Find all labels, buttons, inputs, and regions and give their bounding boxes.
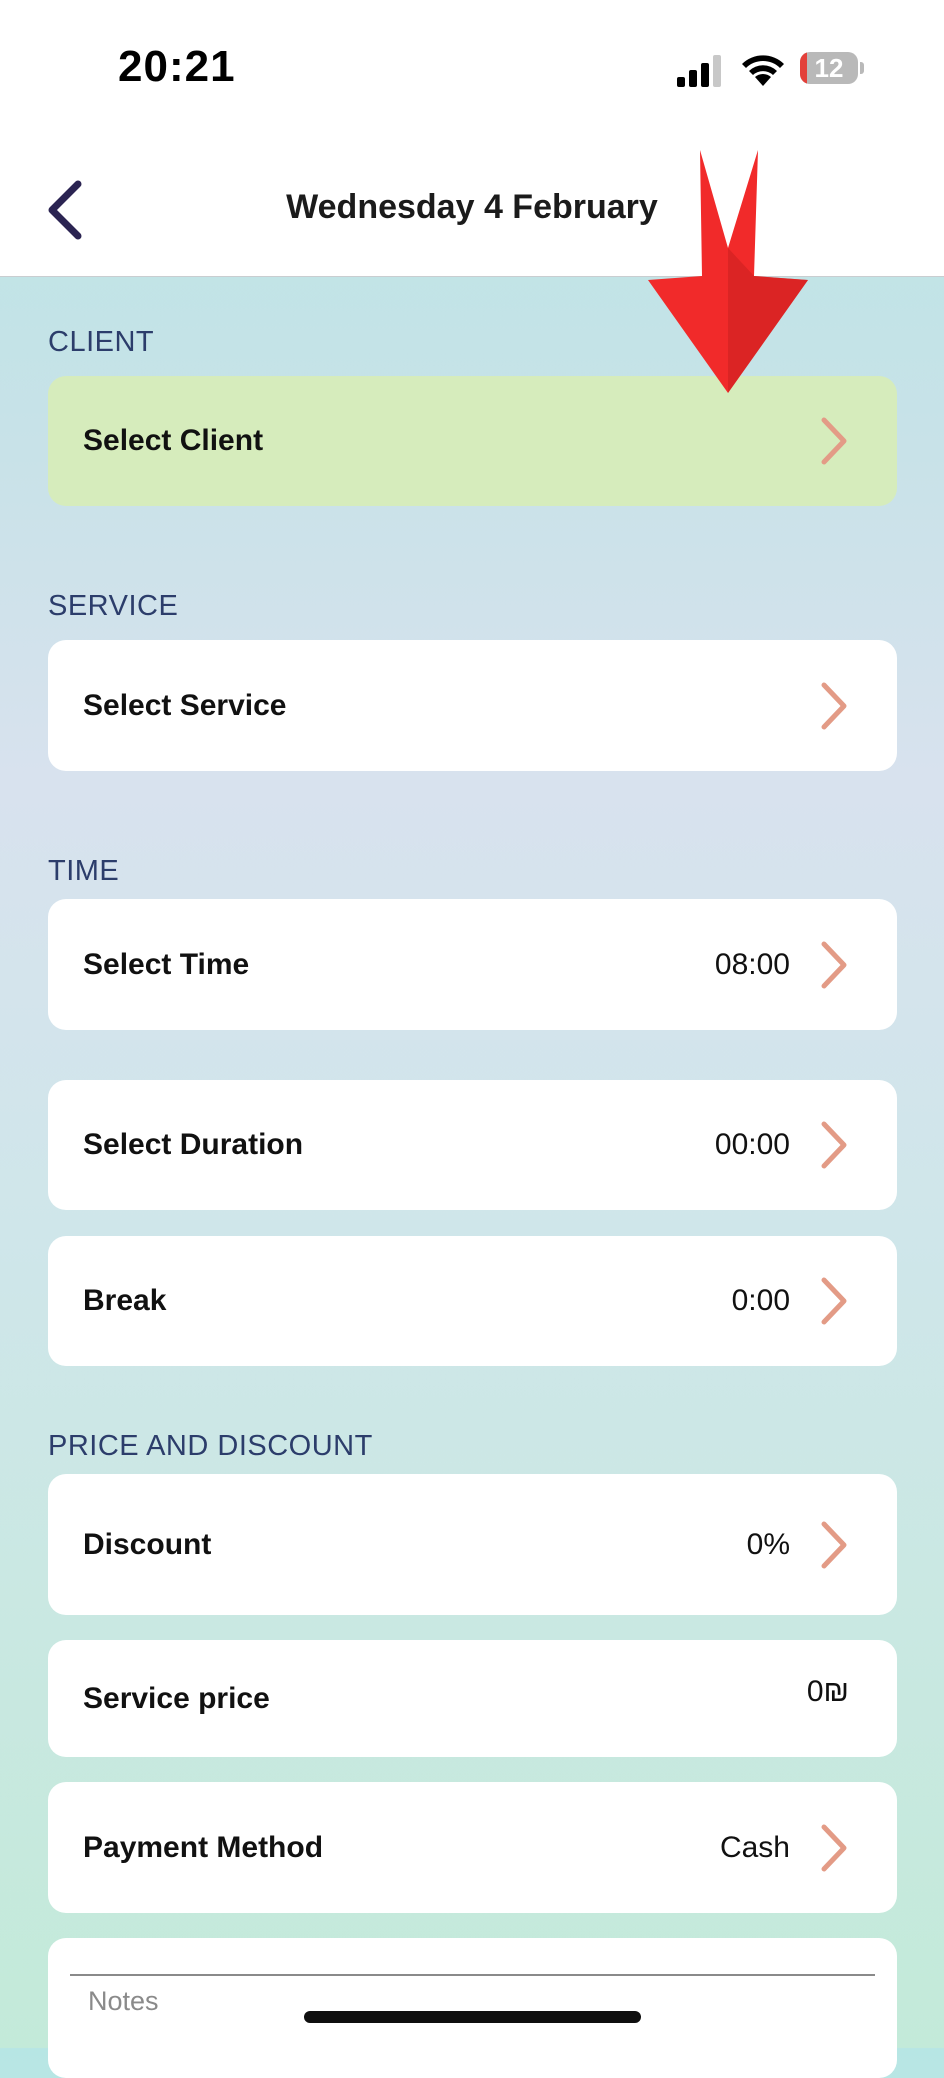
- chevron-right-icon: [821, 417, 847, 465]
- select-duration-row[interactable]: Select Duration 00:00: [48, 1080, 897, 1210]
- payment-method-label: Payment Method: [83, 1830, 324, 1864]
- select-service-label: Select Service: [83, 688, 287, 722]
- select-time-row[interactable]: Select Time 08:00: [48, 899, 897, 1030]
- notes-field[interactable]: Notes: [48, 1938, 897, 2078]
- select-client-label: Select Client: [83, 424, 264, 457]
- section-label-time: TIME: [48, 855, 120, 887]
- chevron-right-icon: [821, 1277, 847, 1325]
- notes-placeholder: Notes: [88, 1986, 159, 2016]
- section-label-price-and-discount: PRICE AND DISCOUNT: [48, 1430, 373, 1462]
- chevron-right-icon: [821, 682, 847, 729]
- battery-level: [800, 52, 807, 84]
- battery-percentage: 12: [814, 53, 844, 83]
- status-time: 20:21: [118, 42, 236, 91]
- battery-tip: [860, 62, 864, 74]
- discount-label: Discount: [83, 1527, 212, 1561]
- chevron-right-icon: [821, 941, 847, 988]
- payment-method-value: Cash: [719, 1830, 790, 1864]
- section-label-client: CLIENT: [48, 326, 155, 358]
- service-price-value: 0₪: [806, 1674, 849, 1708]
- notes-divider: [70, 1974, 875, 1976]
- discount-value: 0%: [746, 1527, 790, 1561]
- chevron-right-icon: [821, 1521, 847, 1568]
- cellular-signal-icon: [677, 55, 721, 87]
- break-label: Break: [83, 1284, 167, 1317]
- status-bar: 20:21 12: [0, 0, 944, 140]
- break-value: 0:00: [731, 1284, 790, 1317]
- section-label-service: SERVICE: [48, 590, 179, 622]
- battery-icon: 12: [800, 52, 858, 84]
- chevron-right-icon: [821, 1121, 847, 1169]
- select-time-value: 08:00: [714, 947, 790, 981]
- payment-method-row[interactable]: Payment Method Cash: [48, 1782, 897, 1913]
- home-indicator: [304, 2011, 641, 2023]
- discount-row[interactable]: Discount 0%: [48, 1474, 897, 1615]
- wifi-icon: [742, 55, 784, 86]
- red-arrow-annotation-icon: [648, 150, 808, 393]
- select-service-row[interactable]: Select Service: [48, 640, 897, 771]
- select-client-row[interactable]: Select Client: [48, 376, 897, 506]
- service-price-row: Service price 0₪: [48, 1640, 897, 1757]
- service-price-label: Service price: [83, 1681, 270, 1715]
- chevron-right-icon: [821, 1824, 847, 1871]
- select-duration-value: 00:00: [714, 1128, 790, 1161]
- break-row[interactable]: Break 0:00: [48, 1236, 897, 1366]
- select-time-label: Select Time: [83, 947, 250, 981]
- select-duration-label: Select Duration: [83, 1128, 304, 1161]
